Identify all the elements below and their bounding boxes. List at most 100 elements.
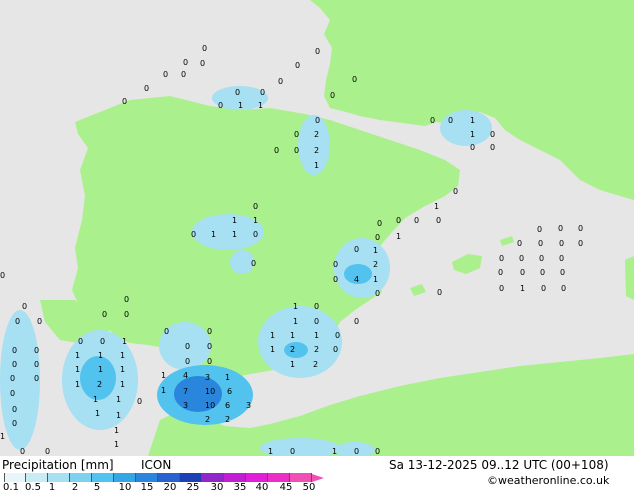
precip-value-label: 0 xyxy=(253,230,258,239)
precip-value-label: 0 xyxy=(375,233,380,242)
precip-value-label: 0 xyxy=(12,346,17,355)
precip-value-label: 0 xyxy=(578,239,583,248)
precip-value-label: 0 xyxy=(144,84,149,93)
legend-swatch xyxy=(26,473,48,482)
legend-swatch xyxy=(246,473,268,482)
precip-value-label: 10 xyxy=(205,401,215,410)
precip-value-label: 0 xyxy=(191,230,196,239)
legend-swatch xyxy=(202,473,224,482)
precip-value-label: 0 xyxy=(253,202,258,211)
legend-swatch xyxy=(70,473,92,482)
legend-tick-label: 2 xyxy=(71,482,79,493)
precip-value-label: 0 xyxy=(354,245,359,254)
precip-value-label: 0 xyxy=(354,317,359,326)
precip-value-label: 0 xyxy=(541,284,546,293)
precip-value-label: 0 xyxy=(375,289,380,298)
legend-tick-label: 0.1 xyxy=(3,482,19,493)
precip-value-label: 0 xyxy=(294,130,299,139)
precip-value-label: 1 xyxy=(270,331,275,340)
precip-value-label: 1 xyxy=(75,380,80,389)
precip-value-label: 0 xyxy=(45,447,50,456)
legend-tick-label: 15 xyxy=(140,482,154,493)
precip-value-label: 0 xyxy=(335,331,340,340)
legend-tick-label: 30 xyxy=(210,482,224,493)
precip-value-label: 1 xyxy=(332,447,337,456)
precip-value-label: 1 xyxy=(120,380,125,389)
legend-swatch xyxy=(48,473,70,482)
precip-value-label: 0 xyxy=(430,116,435,125)
precip-value-label: 1 xyxy=(396,232,401,241)
precip-value-label: 6 xyxy=(227,387,232,396)
precip-value-label: 0 xyxy=(200,59,205,68)
precip-value-label: 0 xyxy=(352,75,357,84)
precip-value-label: 0 xyxy=(560,268,565,277)
precip-value-label: 0 xyxy=(218,101,223,110)
precip-value-label: 10 xyxy=(205,387,215,396)
precip-value-label: 0 xyxy=(278,77,283,86)
precip-value-label: 1 xyxy=(93,395,98,404)
precip-value-label: 0 xyxy=(333,275,338,284)
precip-value-label: 0 xyxy=(12,419,17,428)
precip-value-label: 1 xyxy=(95,409,100,418)
legend-tick-label: 0.5 xyxy=(25,482,41,493)
precip-value-label: 1 xyxy=(268,447,273,456)
precip-value-label: 0 xyxy=(185,342,190,351)
precip-value-label: 2 xyxy=(314,130,319,139)
precip-value-label: 2 xyxy=(314,146,319,155)
legend-tick-label: 50 xyxy=(302,482,316,493)
precip-value-label: 1 xyxy=(373,275,378,284)
precip-value-label: 1 xyxy=(114,426,119,435)
precip-value-label: 0 xyxy=(559,254,564,263)
map-title: Precipitation [mm] xyxy=(2,458,114,472)
precip-value-label: 0 xyxy=(235,88,240,97)
model-name: ICON xyxy=(141,458,172,472)
precip-value-label: 4 xyxy=(183,371,188,380)
precip-value-label: 1 xyxy=(270,345,275,354)
precip-value-label: 0 xyxy=(185,357,190,366)
precip-value-label: 0 xyxy=(207,342,212,351)
precip-value-label: 0 xyxy=(448,116,453,125)
precip-value-label: 0 xyxy=(295,61,300,70)
precip-value-label: 0 xyxy=(294,146,299,155)
precip-value-label: 1 xyxy=(293,317,298,326)
precip-value-label: 0 xyxy=(561,284,566,293)
precip-value-label: 1 xyxy=(314,161,319,170)
precip-value-label: 0 xyxy=(520,268,525,277)
legend-tick-label: 5 xyxy=(93,482,101,493)
precip-value-label: 0 xyxy=(377,219,382,228)
precip-value-label: 0 xyxy=(559,239,564,248)
precip-value-label: 1 xyxy=(238,101,243,110)
legend-tick-label: 40 xyxy=(255,482,269,493)
precip-value-label: 0 xyxy=(354,447,359,456)
precip-value-label: 2 xyxy=(290,345,295,354)
precip-value-label: 0 xyxy=(517,239,522,248)
precip-value-label: 1 xyxy=(258,101,263,110)
precip-value-label: 0 xyxy=(78,337,83,346)
precip-value-label: 0 xyxy=(499,284,504,293)
precip-value-label: 0 xyxy=(274,146,279,155)
precip-value-label: 2 xyxy=(205,415,210,424)
legend-swatch xyxy=(224,473,246,482)
precip-value-label: 3 xyxy=(183,401,188,410)
legend-arrow xyxy=(312,473,324,482)
precip-value-label: 1 xyxy=(373,246,378,255)
precip-value-label: 0 xyxy=(202,44,207,53)
legend-swatch xyxy=(136,473,158,482)
precip-value-label: 1 xyxy=(98,365,103,374)
precip-value-label: 1 xyxy=(434,202,439,211)
precip-value-label: 1 xyxy=(116,395,121,404)
precip-value-label: 0 xyxy=(537,225,542,234)
legend-swatch xyxy=(4,473,26,482)
precip-value-label: 0 xyxy=(0,271,5,280)
precip-value-label: 1 xyxy=(0,432,5,441)
precip-value-label: 2 xyxy=(373,260,378,269)
precip-value-label: 0 xyxy=(490,143,495,152)
precip-value-label: 0 xyxy=(34,374,39,383)
legend-tick-label: 1 xyxy=(48,482,56,493)
precip-value-label: 1 xyxy=(75,365,80,374)
precip-value-label: 0 xyxy=(436,216,441,225)
credit-link[interactable]: ©weatheronline.co.uk xyxy=(487,474,609,488)
precip-value-label: 0 xyxy=(396,216,401,225)
legend-tick-label: 25 xyxy=(186,482,200,493)
precip-value-label: 1 xyxy=(211,230,216,239)
